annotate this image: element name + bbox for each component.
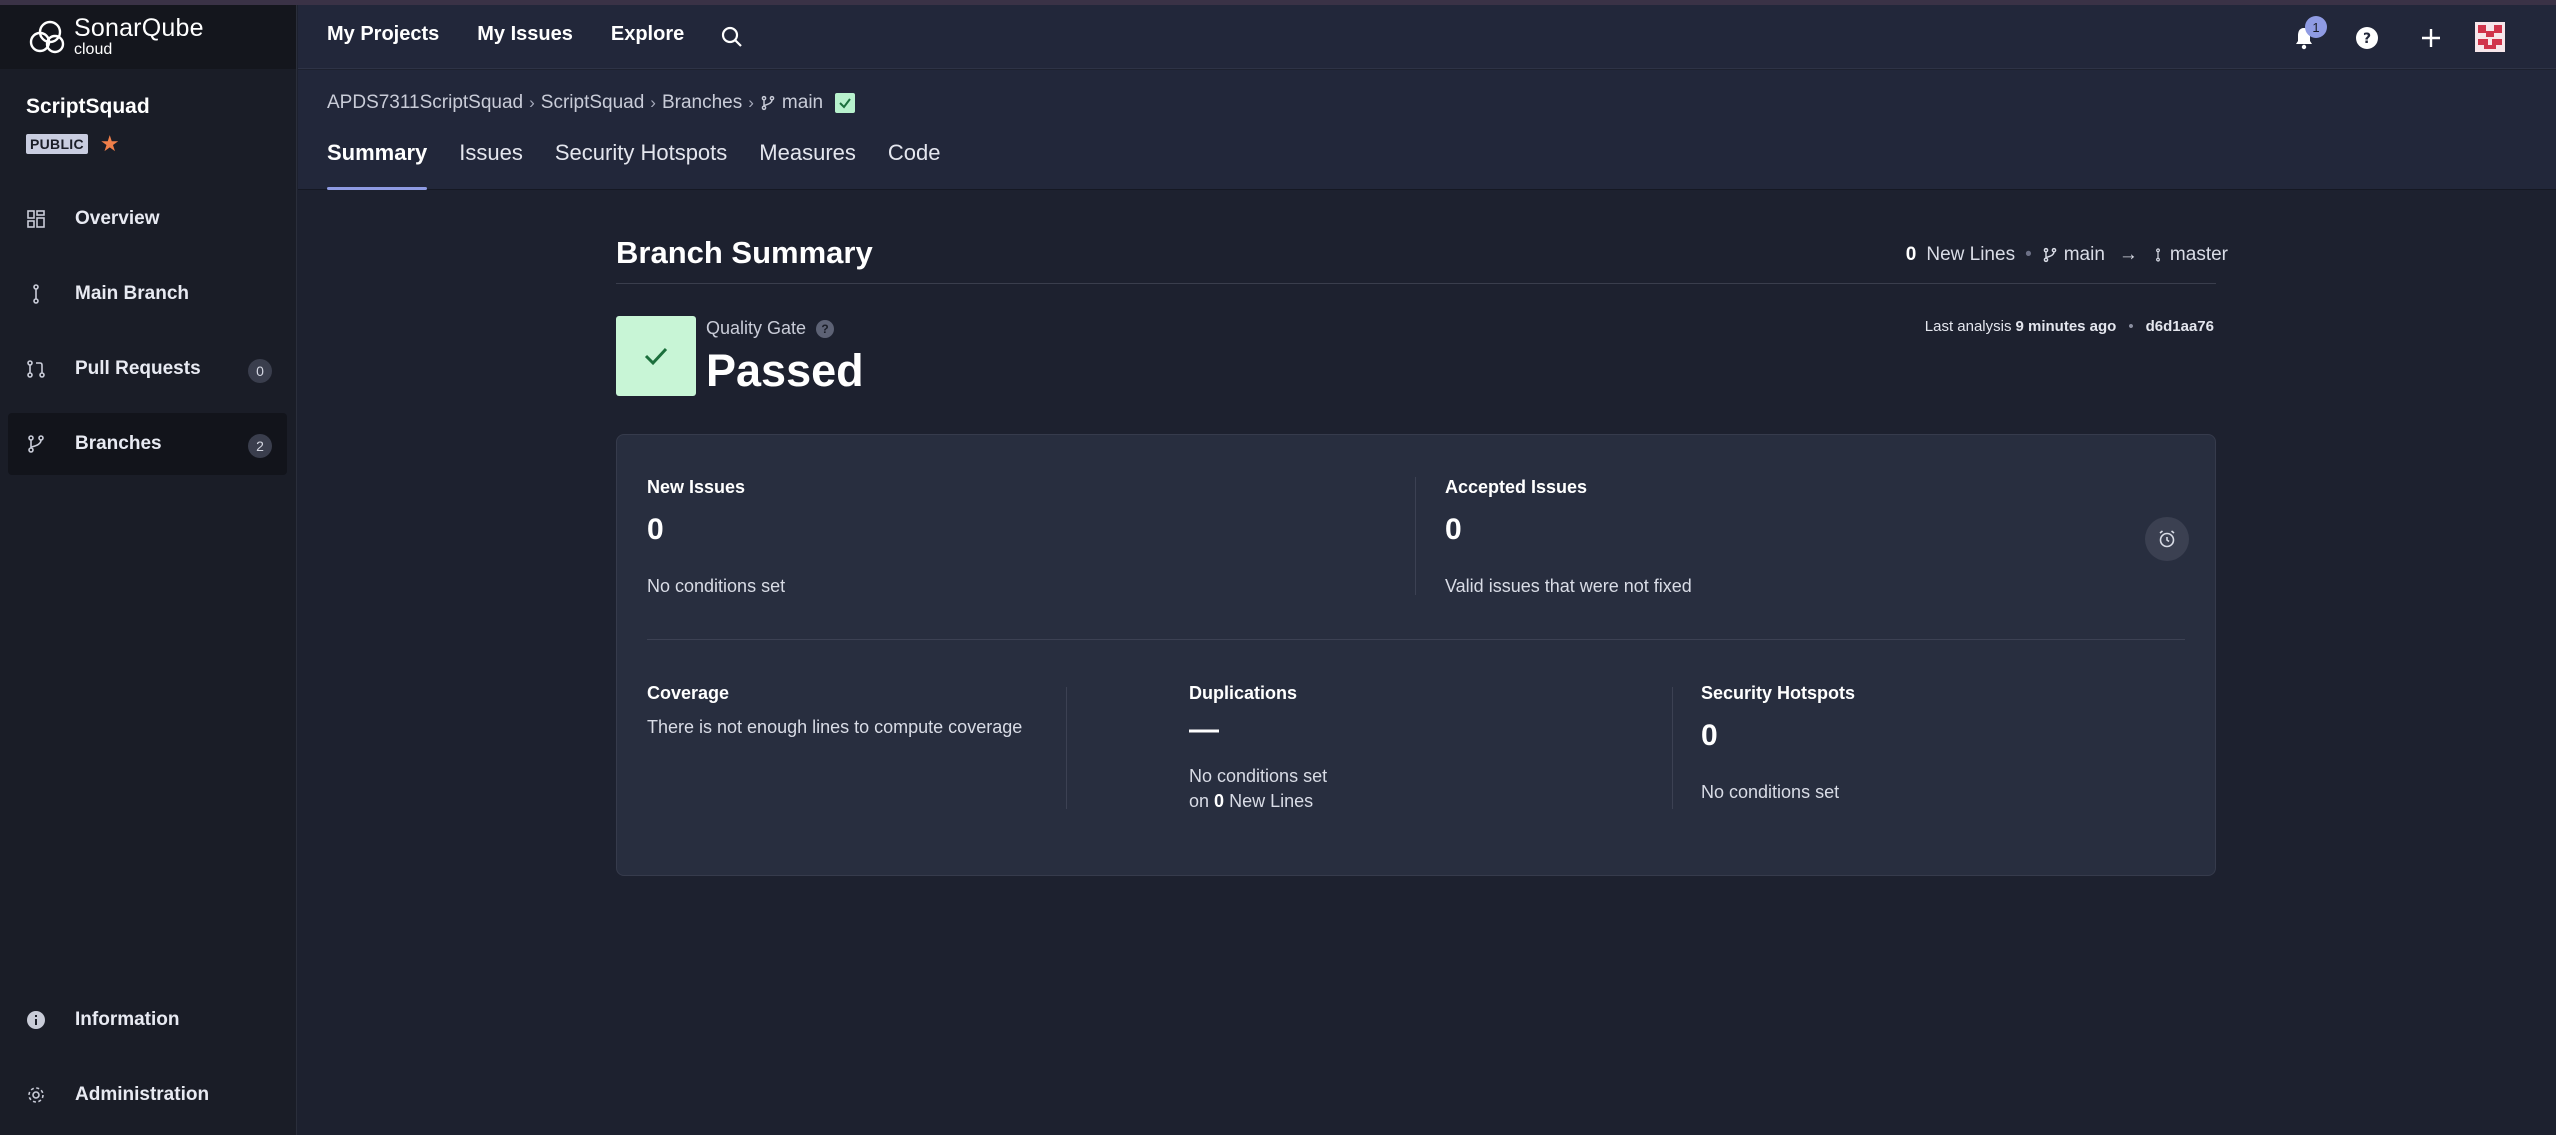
overview-icon [25,208,47,230]
arrow-right-icon: → [2118,244,2138,265]
notifications-bell-icon[interactable]: 1 [2287,16,2327,55]
help-icon[interactable]: ? [2350,21,2384,55]
security-hotspots-value[interactable]: 0 [1701,719,1718,753]
project-name[interactable]: ScriptSquad [26,95,150,119]
sidebar-item-pull-requests[interactable]: Pull Requests 0 [8,338,287,400]
sidebar-item-label: Main Branch [75,283,190,304]
new-issues-value[interactable]: 0 [647,513,664,547]
breadcrumb-org[interactable]: APDS7311ScriptSquad [327,92,523,114]
favorite-star-icon[interactable]: ★ [100,133,120,155]
search-icon[interactable] [720,25,744,54]
new-lines-count: 0 [1905,244,1917,265]
sidebar-item-information[interactable]: Information [8,989,287,1051]
chevron-right-icon: › [529,93,535,112]
new-issues-sub: No conditions set [647,576,786,596]
quality-gate-passed-icon [835,93,856,113]
alarm-clock-icon[interactable] [2145,517,2189,561]
divider [1672,687,1673,809]
branch-meta: 0 New Lines • main → master [1905,244,2228,265]
sidebar-item-label: Pull Requests [75,358,201,379]
nav-my-projects[interactable]: My Projects [327,23,439,46]
breadcrumb-project[interactable]: ScriptSquad [541,92,645,114]
new-issues-title: New Issues [647,477,746,497]
brand-name: SonarQube [74,14,204,42]
tab-measures[interactable]: Measures [759,140,856,190]
branches-count-badge: 2 [248,434,272,458]
quality-gate-label: Quality Gate [706,318,807,338]
branch-icon [760,94,776,112]
sidebar-item-label: Branches [75,433,162,454]
project-tabs: Summary Issues Security Hotspots Measure… [327,140,972,190]
branch-icon [2042,246,2058,264]
new-lines-label: New Lines [1926,244,2016,265]
sidebar-item-overview[interactable]: Overview [8,188,287,250]
quality-gate-status-icon [616,316,696,396]
current-branch: main [2063,244,2105,265]
quality-gate-status: Passed [706,345,864,396]
nav-explore[interactable]: Explore [611,23,684,46]
main-branch-icon [2152,246,2164,264]
nav-my-issues[interactable]: My Issues [477,23,573,46]
sidebar-item-administration[interactable]: Administration [8,1064,287,1126]
brand-subname: cloud [74,41,113,58]
accepted-issues-sub: Valid issues that were not fixed [1445,576,1692,596]
chevron-right-icon: › [650,93,656,112]
visibility-badge: PUBLIC [26,134,88,154]
duplications-value: — [1189,713,1219,746]
breadcrumb-branch[interactable]: main [782,92,823,114]
info-icon [25,1009,47,1031]
branch-icon [25,433,47,455]
tab-summary[interactable]: Summary [327,140,428,190]
duplications-title: Duplications [1189,683,1298,703]
sidebar-item-main-branch[interactable]: Main Branch [8,263,287,325]
metrics-card: New Issues 0 No conditions set Accepted … [616,434,2216,876]
gear-icon [25,1084,47,1106]
avatar[interactable] [2473,20,2507,54]
sidebar-item-branches[interactable]: Branches 2 [8,413,287,475]
chevron-right-icon: › [748,93,754,112]
duplications-sub-2: on 0 New Lines [1189,791,1314,811]
tab-issues[interactable]: Issues [459,140,523,190]
sonarqube-logo-icon [29,20,65,54]
sidebar-item-label: Information [75,1009,180,1030]
notifications-count-badge: 1 [2305,16,2327,38]
sidebar-item-label: Overview [75,208,160,229]
main-content: Branch Summary 0 New Lines • main → mast… [298,190,2556,1135]
page-title: Branch Summary [616,235,873,270]
last-analysis-time: 9 minutes ago [2015,318,2117,335]
breadcrumb: APDS7311ScriptSquad › ScriptSquad › Bran… [327,92,856,114]
main-branch-icon [25,283,47,305]
target-branch: master [2169,244,2228,265]
last-analysis: Last analysis 9 minutes ago • d6d1aa76 [1924,318,2214,335]
help-icon[interactable]: ? [816,319,835,338]
security-hotspots-title: Security Hotspots [1701,683,1856,703]
divider [1066,687,1067,809]
coverage-sub: There is not enough lines to compute cov… [647,717,1023,737]
tab-security-hotspots[interactable]: Security Hotspots [555,140,727,190]
accepted-issues-title: Accepted Issues [1445,477,1588,497]
breadcrumb-branches[interactable]: Branches [662,92,742,114]
pull-requests-count-badge: 0 [248,359,272,383]
accepted-issues-value[interactable]: 0 [1445,513,1462,547]
divider [647,639,2185,640]
pull-request-icon [25,358,47,380]
plus-icon[interactable] [2414,21,2448,55]
last-analysis-prefix: Last analysis [1924,318,2012,335]
top-navigation: My Projects My Issues Explore 1 ? [298,5,2556,69]
duplications-sub: No conditions set [1189,766,1328,786]
svg-text:?: ? [2363,31,2371,47]
project-header: APDS7311ScriptSquad › ScriptSquad › Bran… [298,70,2556,190]
commit-hash[interactable]: d6d1aa76 [2146,318,2214,335]
logo[interactable]: SonarQube cloud [0,5,296,69]
sidebar-item-label: Administration [75,1084,210,1105]
sidebar: SonarQube cloud ScriptSquad PUBLIC ★ Ove… [0,5,297,1135]
divider [616,283,2216,284]
coverage-title: Coverage [647,683,730,703]
tab-code[interactable]: Code [888,140,941,190]
duplications-new-lines-count: 0 [1214,791,1225,811]
security-hotspots-sub: No conditions set [1701,782,1840,802]
divider [1415,477,1416,595]
